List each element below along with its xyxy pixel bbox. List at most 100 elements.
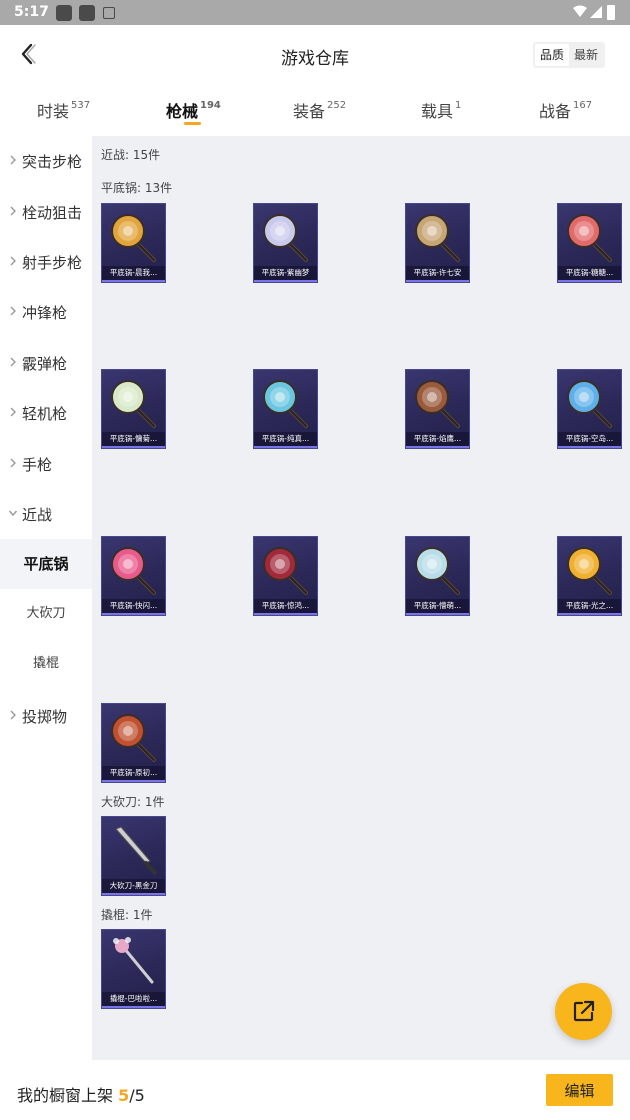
share-fab[interactable]: [555, 983, 612, 1040]
sidebar-item-lmg[interactable]: 轻机枪: [0, 388, 92, 438]
notification-icon: [79, 5, 95, 21]
sidebar-item-label: 手枪: [22, 456, 53, 474]
item-card[interactable]: 平底锅-懵萌...: [405, 536, 470, 616]
tab-count: 194: [200, 99, 221, 111]
tab-count: 167: [573, 99, 593, 111]
sidebar-item-throwables[interactable]: 投掷物: [0, 691, 92, 741]
status-bar: 5:17: [0, 0, 630, 25]
sort-newest-button[interactable]: 最新: [569, 44, 603, 66]
edit-button[interactable]: 编辑: [546, 1074, 613, 1106]
tab-firearms[interactable]: 枪械 194: [166, 98, 221, 122]
item-card[interactable]: 平底锅-快闪...: [101, 536, 166, 616]
item-name: 平底锅-晨我...: [102, 266, 165, 280]
item-name: 平底锅-紫幽梦: [254, 266, 317, 280]
sort-quality-button[interactable]: 品质: [534, 44, 569, 66]
sidebar-item-marksman-rifle[interactable]: 射手步枪: [0, 237, 92, 287]
item-card[interactable]: 平底锅-空岛...: [557, 369, 622, 449]
rarity-stripe: [406, 613, 469, 615]
rarity-stripe: [558, 446, 621, 448]
item-name: 平底锅-许七安: [406, 266, 469, 280]
sidebar-item-label: 近战: [22, 506, 53, 524]
chevron-right-icon: [10, 407, 16, 417]
tab-fashion[interactable]: 时装 537: [37, 98, 90, 122]
item-name: 平底锅-光之...: [558, 599, 621, 613]
sidebar-item-smg[interactable]: 冲锋枪: [0, 287, 92, 337]
item-card[interactable]: 平底锅-光之...: [557, 536, 622, 616]
item-name: 平底锅-惊鸿...: [254, 599, 317, 613]
sidebar-item-melee[interactable]: 近战: [0, 489, 92, 539]
tab-supplies[interactable]: 战备 167: [539, 98, 592, 122]
chevron-down-icon: [8, 510, 18, 517]
rarity-stripe: [102, 780, 165, 782]
item-name: 平底锅-原初...: [102, 766, 165, 780]
showcase-max: 5: [134, 1086, 145, 1105]
sidebar-item-bolt-sniper[interactable]: 栓动狙击: [0, 187, 92, 237]
sidebar-item-label: 突击步枪: [22, 153, 83, 171]
chevron-right-icon: [10, 155, 16, 165]
system-status-icons: [573, 5, 615, 20]
sidebar-item-shotgun[interactable]: 霰弹枪: [0, 338, 92, 388]
chevron-right-icon: [10, 306, 16, 316]
item-card[interactable]: 撬棍-巴啦啦...: [101, 929, 166, 1009]
item-name: 平底锅-懵萌...: [406, 599, 469, 613]
item-card[interactable]: 平底锅-慵菊...: [101, 369, 166, 449]
section-header-pan: 平底锅: 13件: [101, 181, 173, 195]
chevron-right-icon: [10, 357, 16, 367]
sidebar-item-assault-rifle[interactable]: 突击步枪: [0, 136, 92, 186]
active-tab-indicator: [184, 122, 201, 125]
item-name: 平底锅-糖糖...: [558, 266, 621, 280]
tab-label: 枪械: [166, 102, 199, 121]
sidebar-subitem-machete[interactable]: 大砍刀: [0, 589, 92, 639]
showcase-count: 我的橱窗上架 5/5: [17, 1082, 145, 1106]
sidebar-item-label: 霰弹枪: [22, 355, 68, 373]
item-card[interactable]: 平底锅-紫幽梦: [253, 203, 318, 283]
item-card[interactable]: 平底锅-晨我...: [101, 203, 166, 283]
rarity-stripe: [254, 280, 317, 282]
item-card[interactable]: 平底锅-许七安: [405, 203, 470, 283]
rarity-stripe: [102, 1006, 165, 1008]
item-card[interactable]: 平底锅-惊鸿...: [253, 536, 318, 616]
item-name: 平底锅-慵菊...: [102, 432, 165, 446]
sidebar-item-label: 栓动狙击: [22, 204, 83, 222]
item-card[interactable]: 平底锅-糖糖...: [557, 203, 622, 283]
bottom-action-bar: 我的橱窗上架 5/5 编辑: [0, 1060, 630, 1120]
chevron-right-icon: [10, 710, 16, 720]
item-name: 大砍刀-黑金刀: [102, 879, 165, 893]
category-tabs: 时装 537 枪械 194 装备 252 载具 1 战备 167: [0, 85, 630, 136]
item-card[interactable]: 大砍刀-黑金刀: [101, 816, 166, 896]
sidebar-item-label: 冲锋枪: [22, 304, 68, 322]
rarity-stripe: [102, 446, 165, 448]
back-button[interactable]: [14, 39, 44, 69]
top-app-bar: 游戏仓库 品质 最新: [0, 25, 630, 85]
item-card[interactable]: 平底锅-焰鹰...: [405, 369, 470, 449]
item-card[interactable]: 平底锅-纯真...: [253, 369, 318, 449]
status-time: 5:17: [14, 4, 49, 20]
rarity-stripe: [558, 280, 621, 282]
sidebar-item-pistol[interactable]: 手枪: [0, 439, 92, 489]
item-card[interactable]: 平底锅-原初...: [101, 703, 166, 783]
item-name: 平底锅-焰鹰...: [406, 432, 469, 446]
section-header-machete: 大砍刀: 1件: [101, 795, 165, 809]
rarity-stripe: [254, 613, 317, 615]
showcase-label: 我的橱窗上架: [17, 1086, 114, 1105]
item-name: 撬棍-巴啦啦...: [102, 992, 165, 1006]
tab-count: 537: [71, 99, 91, 111]
rarity-stripe: [102, 613, 165, 615]
sidebar-subitem-crowbar[interactable]: 撬棍: [0, 639, 92, 689]
tab-label: 装备: [293, 102, 326, 121]
item-grid-area[interactable]: 近战: 15件 平底锅: 13件 大砍刀: 1件 撬棍: 1件 平底锅-晨我..…: [92, 136, 630, 1060]
tab-vehicles[interactable]: 载具 1: [421, 98, 461, 122]
section-header-crowbar: 撬棍: 1件: [101, 908, 153, 922]
chevron-right-icon: [10, 256, 16, 266]
rarity-stripe: [406, 280, 469, 282]
chevron-right-icon: [10, 206, 16, 216]
showcase-current: 5: [118, 1086, 130, 1105]
rarity-stripe: [102, 280, 165, 282]
tab-label: 战备: [539, 102, 572, 121]
share-external-icon: [573, 1000, 595, 1022]
notification-icon: [103, 7, 115, 19]
tab-equipment[interactable]: 装备 252: [293, 98, 346, 122]
sidebar-subitem-pan[interactable]: 平底锅: [0, 539, 92, 589]
item-name: 平底锅-纯真...: [254, 432, 317, 446]
section-header-melee: 近战: 15件: [101, 148, 161, 162]
